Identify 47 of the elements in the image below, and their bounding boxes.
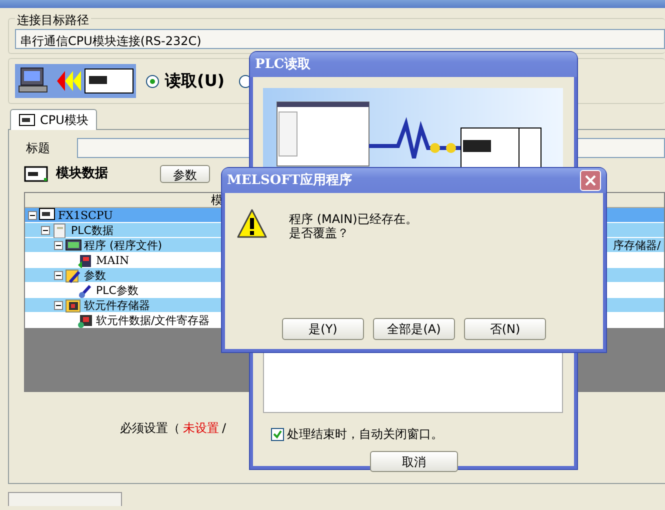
cancel-button[interactable]: 取消 bbox=[370, 451, 458, 472]
collapse-toggle[interactable] bbox=[54, 240, 63, 250]
check-icon bbox=[273, 430, 282, 438]
connection-field[interactable]: 串行通信CPU模块连接(RS-232C) bbox=[15, 29, 665, 49]
program-file-icon bbox=[77, 252, 94, 268]
note-text: / bbox=[222, 420, 226, 436]
button[interactable] bbox=[8, 492, 122, 506]
collapse-toggle[interactable] bbox=[41, 226, 50, 234]
status-text: 未设置 bbox=[183, 420, 219, 436]
tree-item-label: PLC数据 bbox=[71, 222, 114, 238]
checkbox-label: 处理结束时，自动关闭窗口。 bbox=[287, 426, 443, 443]
wrench-icon bbox=[65, 268, 82, 282]
tree-item-label: PLC参数 bbox=[96, 282, 138, 298]
dialog-button[interactable]: 全部是(A) bbox=[373, 318, 455, 340]
tab[interactable]: CPU模块 bbox=[10, 109, 98, 130]
monitor-icon bbox=[65, 238, 82, 252]
message-text: 程序 (MAIN)已经存在。 是否覆盖？ bbox=[289, 212, 418, 240]
collapse-toggle[interactable] bbox=[54, 270, 63, 280]
table-cell: 序存储器/ bbox=[613, 238, 661, 252]
module-icon bbox=[19, 114, 35, 126]
field-label: 标题 bbox=[26, 140, 50, 157]
warning-icon bbox=[236, 208, 268, 240]
parameter-button[interactable]: 参数 bbox=[160, 164, 210, 183]
tree-item-label: MAIN bbox=[96, 252, 130, 268]
device-icon bbox=[77, 312, 94, 328]
collapse-toggle[interactable] bbox=[28, 210, 37, 220]
dialog-button[interactable]: 是(Y) bbox=[282, 318, 364, 340]
close-button[interactable] bbox=[580, 170, 601, 191]
dialog-title: PLC读取 bbox=[255, 56, 310, 74]
section-heading: 模块数据 bbox=[56, 165, 108, 183]
radio-button[interactable] bbox=[146, 74, 159, 88]
dialog-title: MELSOFT应用程序 bbox=[227, 172, 352, 190]
tree-item-label: 程序 (程序文件) bbox=[84, 238, 162, 252]
tree-item-label: 参数 bbox=[84, 268, 106, 282]
dialog-button[interactable]: 否(N) bbox=[464, 318, 546, 340]
tree-item-label: 软元件存储器 bbox=[84, 298, 150, 312]
radio-label: 读取(U) bbox=[165, 70, 225, 92]
wrench-icon bbox=[77, 282, 94, 298]
note-text: 必须设置（ bbox=[120, 420, 180, 436]
module-icon bbox=[24, 166, 48, 182]
close-icon bbox=[585, 175, 596, 186]
group-label: 连接目标路径 bbox=[15, 11, 91, 29]
tree-item-label: 软元件数据/文件寄存器 bbox=[96, 312, 210, 328]
tree-item-label: FX1SCPU bbox=[58, 208, 113, 222]
device-icon bbox=[65, 298, 82, 312]
collapse-toggle[interactable] bbox=[54, 300, 63, 310]
checkbox[interactable] bbox=[271, 428, 284, 440]
